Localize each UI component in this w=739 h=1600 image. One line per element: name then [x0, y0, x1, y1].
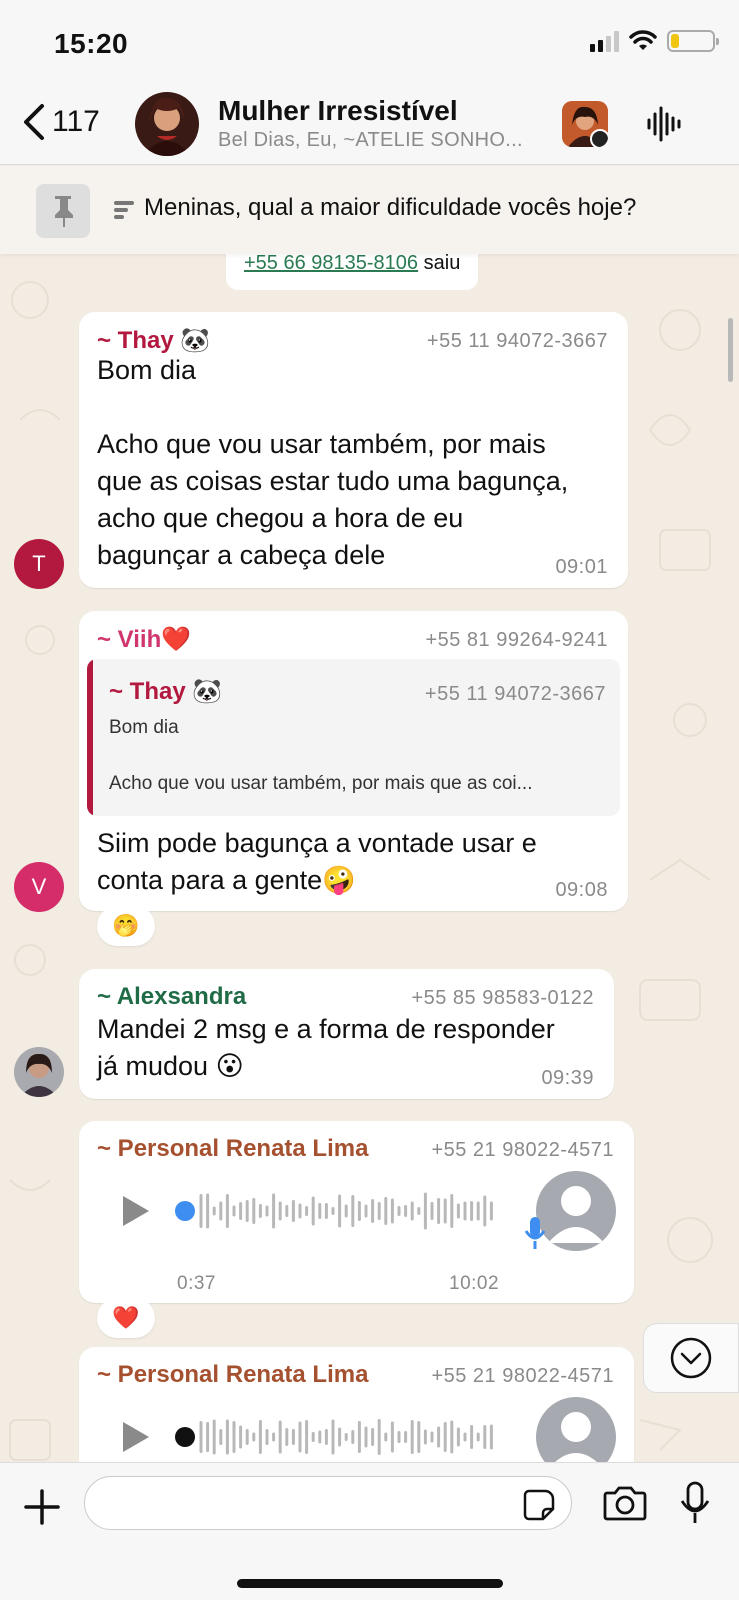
reaction-badge[interactable]: 🤭 [97, 906, 155, 946]
message-input[interactable] [105, 1477, 505, 1527]
message-bubble[interactable]: ~ Thay 🐼 +55 11 94072-3667 Bom dia Acho … [79, 312, 628, 588]
quote-bar [87, 659, 93, 816]
message-text: Bom dia Acho que vou usar também, por ma… [97, 355, 569, 570]
sender-phone: +55 85 98583-0122 [411, 987, 594, 1009]
sender-audio-avatar [536, 1171, 616, 1251]
message-text: Siim pode bagunça a vontade usar e conta… [97, 828, 537, 895]
reaction-emoji: 🤭 [112, 913, 140, 938]
sender-name[interactable]: ~ Personal Renata Lima [97, 1361, 368, 1389]
unread-count: 117 [52, 105, 100, 138]
chevron-badge-icon [590, 129, 608, 147]
system-action: saiu [423, 252, 461, 274]
sender-name[interactable]: ~ Alexsandra [97, 983, 246, 1011]
avatar-letter: V [31, 874, 47, 899]
pinned-message-bar[interactable]: Meninas, qual a maior dificuldade vocês … [0, 166, 739, 254]
mic-icon [524, 1217, 546, 1249]
audio-waveform[interactable] [173, 1415, 503, 1459]
message-bubble[interactable]: ~ Alexsandra +55 85 98583-0122 Mandei 2 … [79, 969, 614, 1099]
signal-icon [590, 30, 619, 52]
group-thumbnail[interactable] [562, 101, 608, 147]
message-text: Mandei 2 msg e a forma de responder já m… [97, 1014, 555, 1081]
message-bubble[interactable]: ~ Viih❤️ +55 81 99264-9241 ~ Thay 🐼 +55 … [79, 611, 628, 911]
left-phone-link[interactable]: +55 66 98135-8106 [244, 252, 418, 274]
text-lines-icon [114, 201, 134, 219]
message-time: 09:39 [541, 1067, 594, 1089]
audio-message-bubble[interactable]: ~ Personal Renata Lima +55 21 98022-4571… [79, 1121, 634, 1303]
plus-icon[interactable] [24, 1489, 60, 1525]
microphone-icon[interactable] [680, 1481, 710, 1525]
sender-phone: +55 21 98022-4571 [431, 1365, 614, 1387]
sender-name[interactable]: ~ Personal Renata Lima [97, 1135, 368, 1163]
group-name[interactable]: Mulher Irresistível [218, 95, 458, 127]
sticker-icon[interactable] [523, 1489, 555, 1521]
avatar[interactable] [14, 1047, 64, 1097]
quoted-message[interactable]: ~ Thay 🐼 +55 11 94072-3667 Bom dia Acho … [87, 659, 620, 816]
group-avatar[interactable] [135, 92, 199, 156]
sender-phone: +55 11 94072-3667 [426, 330, 608, 352]
message-time: 09:01 [555, 556, 608, 578]
chat-header: 15:20 117 Mulher Irresistível Bel Dias, … [0, 0, 739, 165]
chevron-left-icon [24, 104, 44, 140]
reaction-emoji: ❤️ [112, 1305, 140, 1330]
sender-name[interactable]: ~ Viih❤️ [97, 625, 191, 654]
sender-phone: +55 81 99264-9241 [425, 629, 608, 651]
scroll-to-bottom-button[interactable] [643, 1323, 739, 1393]
message-input-wrap[interactable] [84, 1476, 572, 1530]
pinned-text: Meninas, qual a maior dificuldade vocês … [144, 194, 637, 221]
sender-name[interactable]: ~ Thay 🐼 [97, 326, 210, 355]
voice-chat-icon[interactable] [645, 106, 681, 142]
group-members[interactable]: Bel Dias, Eu, ~ATELIE SONHO... [218, 129, 538, 152]
quoted-text-line: Bom dia [109, 717, 179, 738]
message-time: 10:02 [449, 1273, 500, 1294]
back-button[interactable]: 117 [20, 103, 100, 141]
quoted-text-line: Acho que vou usar também, por mais que a… [109, 773, 533, 794]
status-icons [590, 30, 719, 52]
audio-duration: 0:37 [177, 1273, 216, 1294]
status-time: 15:20 [54, 28, 129, 59]
message-time: 09:08 [555, 879, 608, 901]
wifi-icon [629, 30, 657, 50]
play-icon[interactable] [119, 1420, 153, 1454]
camera-icon[interactable] [603, 1485, 647, 1521]
quoted-phone: +55 11 94072-3667 [424, 683, 606, 705]
avatar[interactable]: T [14, 539, 64, 589]
pin-icon [36, 184, 90, 238]
scroll-indicator[interactable] [728, 318, 733, 382]
battery-icon [667, 30, 719, 52]
audio-waveform[interactable] [173, 1189, 503, 1233]
avatar[interactable]: V [14, 862, 64, 912]
home-indicator[interactable] [237, 1579, 503, 1588]
play-icon[interactable] [119, 1194, 153, 1228]
quoted-sender: ~ Thay 🐼 [109, 678, 223, 705]
sender-phone: +55 21 98022-4571 [431, 1139, 614, 1161]
avatar-letter: T [32, 551, 46, 576]
reaction-badge[interactable]: ❤️ [97, 1298, 155, 1338]
chevron-down-circle-icon [670, 1337, 712, 1379]
